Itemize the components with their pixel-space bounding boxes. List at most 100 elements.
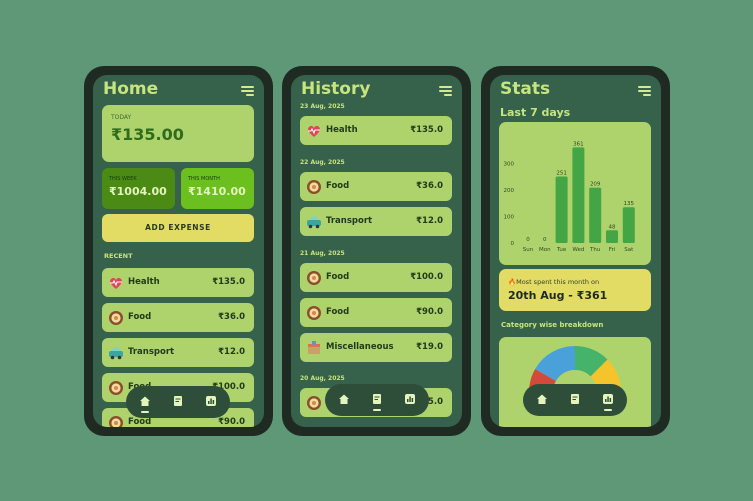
nav-home[interactable]	[128, 386, 162, 418]
x-tick-label: Tue	[556, 247, 567, 253]
item-name: Transport	[326, 216, 373, 226]
heart-pulse-icon	[110, 277, 122, 289]
history-item[interactable]: Food ₹100.0	[300, 263, 452, 292]
history-item[interactable]: Food ₹36.0	[300, 172, 452, 201]
date-label: 20 Aug, 2025	[300, 375, 345, 382]
most-spent-value: 20th Aug - ₹361	[508, 289, 608, 302]
item-amount: ₹90.0	[416, 307, 443, 317]
food-icon	[109, 381, 123, 395]
page-title: Stats	[500, 79, 551, 99]
receipt-icon	[174, 396, 182, 406]
add-expense-button[interactable]: ADD EXPENSE	[102, 214, 254, 242]
nav-history[interactable]	[161, 386, 195, 418]
bar	[555, 176, 568, 243]
item-amount: ₹100.0	[410, 272, 443, 282]
recent-item[interactable]: Transport ₹12.0	[102, 338, 254, 367]
month-amount: ₹1410.00	[188, 185, 246, 198]
history-item[interactable]: Health ₹135.0	[300, 116, 452, 145]
item-name: Food	[326, 272, 350, 282]
item-name: Miscellaneous	[326, 342, 394, 352]
data-label: 135	[624, 201, 635, 207]
page-title: History	[301, 79, 371, 99]
bottom-nav	[126, 386, 230, 418]
receipt-icon	[571, 394, 579, 404]
date-label: 23 Aug, 2025	[300, 103, 345, 110]
bottom-nav	[325, 384, 429, 416]
item-name: Food	[128, 417, 152, 427]
home-icon	[339, 394, 349, 404]
nav-stats[interactable]	[393, 384, 427, 416]
item-amount: ₹36.0	[416, 181, 443, 191]
food-icon	[307, 180, 321, 194]
menu-icon[interactable]	[241, 86, 254, 96]
bar	[589, 187, 602, 243]
data-label: 48	[609, 224, 616, 230]
recent-item[interactable]: Food ₹36.0	[102, 303, 254, 332]
nav-home[interactable]	[327, 384, 361, 416]
active-indicator	[141, 411, 149, 413]
data-label: 0	[526, 237, 530, 243]
item-name: Health	[128, 277, 160, 287]
header: Stats	[500, 79, 651, 103]
today-label: TODAY	[111, 114, 132, 121]
bottom-nav	[523, 384, 627, 416]
nav-home[interactable]	[525, 384, 559, 416]
stats-icon	[603, 394, 613, 404]
item-amount: ₹12.0	[416, 216, 443, 226]
data-label: 209	[590, 182, 601, 188]
history-item[interactable]: Food ₹90.0	[300, 298, 452, 327]
item-amount: ₹19.0	[416, 342, 443, 352]
fire-icon: 🔥	[508, 278, 517, 286]
today-amount: ₹135.00	[111, 125, 184, 144]
food-icon	[307, 306, 321, 320]
bar-chart: 0 100 200 300 0 Sun 0 Mon 251 Tue 361 Wed 209 Thu 48 Fr…	[504, 141, 635, 253]
history-item[interactable]: Miscellaneous ₹19.0	[300, 333, 452, 362]
x-tick-label: Wed	[572, 247, 584, 253]
active-indicator	[373, 409, 381, 411]
item-amount: ₹12.0	[218, 347, 245, 357]
date-label: 22 Aug, 2025	[300, 159, 345, 166]
food-icon	[307, 271, 321, 285]
nav-history[interactable]	[558, 384, 592, 416]
history-screen: History 23 Aug, 2025 Health ₹135.0 22 Au…	[291, 75, 462, 427]
misc-icon	[308, 341, 320, 354]
date-label: 21 Aug, 2025	[300, 250, 345, 257]
most-spent-label: 🔥Most spent this month on	[508, 278, 600, 286]
car-icon	[307, 216, 321, 229]
page-title: Home	[103, 79, 159, 99]
item-amount: ₹135.0	[212, 277, 245, 287]
item-name: Food	[326, 181, 350, 191]
car-icon	[109, 347, 123, 360]
month-card: THIS MONTH ₹1410.00	[181, 168, 254, 209]
y-tick-label: 100	[504, 215, 515, 221]
most-spent-card: 🔥Most spent this month on 20th Aug - ₹36…	[499, 269, 651, 311]
stats-screen: Stats Last 7 days 0 100 200 300 0 Sun 0 Mon 251 T…	[490, 75, 661, 427]
x-tick-label: Sun	[523, 247, 534, 253]
home-icon	[537, 394, 547, 404]
month-label: THIS MONTH	[188, 176, 220, 182]
recent-label: RECENT	[104, 252, 133, 260]
history-phone: History 23 Aug, 2025 Health ₹135.0 22 Au…	[282, 66, 471, 436]
nav-stats[interactable]	[194, 386, 228, 418]
food-icon	[109, 416, 123, 427]
home-screen: Home TODAY ₹135.00 THIS WEEK ₹1004.00 TH…	[93, 75, 264, 427]
history-item[interactable]: Transport ₹12.0	[300, 207, 452, 236]
nav-history[interactable]	[360, 384, 394, 416]
chart-card: 0 100 200 300 0 Sun 0 Mon 251 Tue 361 Wed 209 Thu 48 Fr…	[499, 122, 651, 265]
item-name: Health	[326, 125, 358, 135]
menu-icon[interactable]	[638, 86, 651, 96]
nav-stats[interactable]	[591, 384, 625, 416]
recent-item[interactable]: Health ₹135.0	[102, 268, 254, 297]
x-tick-label: Thu	[589, 247, 600, 253]
item-amount: ₹90.0	[218, 417, 245, 427]
header: Home	[103, 79, 254, 103]
breakdown-label: Category wise breakdown	[501, 321, 604, 329]
item-amount: ₹36.0	[218, 312, 245, 322]
food-icon	[307, 396, 321, 410]
stats-subtitle: Last 7 days	[500, 106, 571, 119]
y-tick-label: 200	[504, 188, 515, 194]
item-amount: ₹135.0	[410, 125, 443, 135]
menu-icon[interactable]	[439, 86, 452, 96]
data-label: 251	[556, 170, 567, 176]
x-tick-label: Sat	[624, 247, 634, 253]
